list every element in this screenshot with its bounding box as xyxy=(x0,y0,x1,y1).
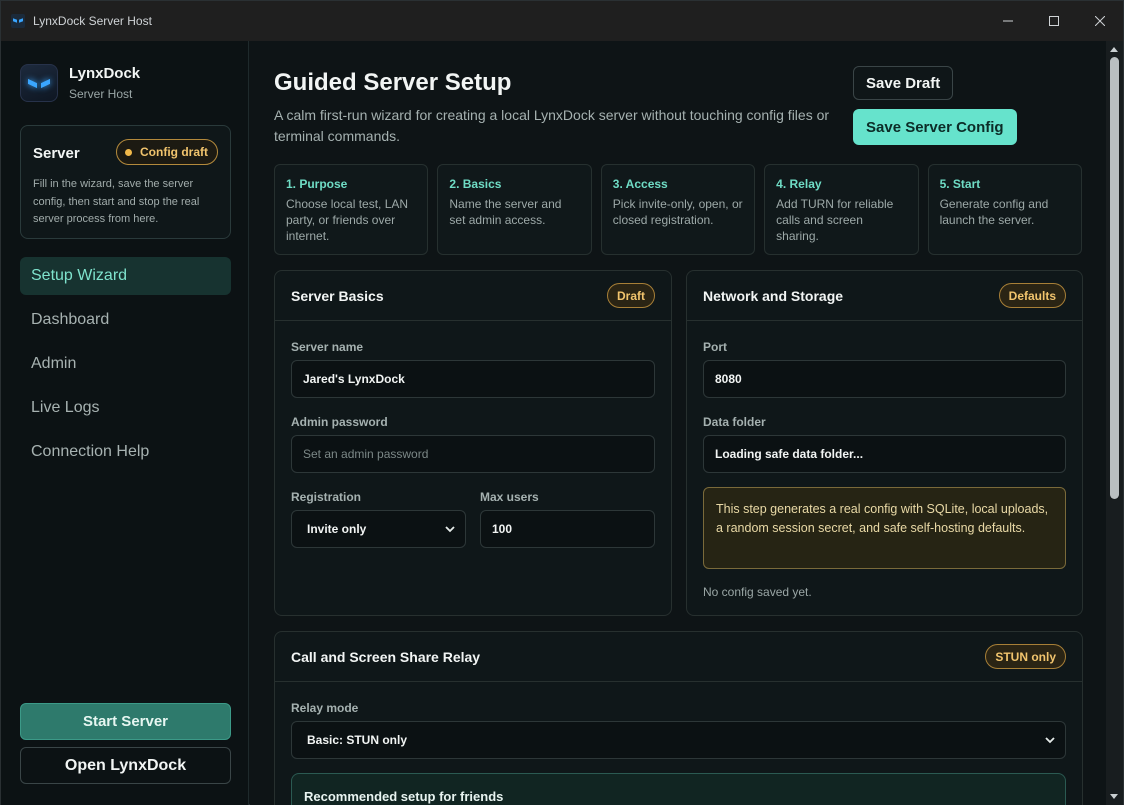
relay-mode-label: Relay mode xyxy=(291,701,359,715)
admin-password-input[interactable]: Set an admin password xyxy=(291,435,655,473)
defaults-badge: Defaults xyxy=(998,283,1066,308)
lynx-logo-icon xyxy=(20,64,58,102)
step-description: Generate config and launch the server. xyxy=(939,197,1049,227)
server-basics-card: Server Basics Draft Server name Jared's … xyxy=(274,270,672,616)
step-title: 1. Purpose xyxy=(286,177,348,191)
draft-badge: Draft xyxy=(606,283,655,308)
maximize-icon xyxy=(1049,16,1059,26)
config-info-note: This step generates a real config with S… xyxy=(703,487,1066,569)
card-header: Server Basics Draft xyxy=(275,271,671,321)
step-access[interactable]: 3. Access Pick invite-only, open, or clo… xyxy=(600,164,756,255)
server-name-label: Server name xyxy=(291,340,364,354)
sidebar-item-setup-wizard[interactable]: Setup Wizard xyxy=(20,257,231,295)
card-title: Call and Screen Share Relay xyxy=(291,648,481,665)
step-title: 3. Access xyxy=(612,177,668,191)
step-title: 2. Basics xyxy=(449,177,502,191)
app-window: LynxDock Server Host LynxDock Server Hos… xyxy=(0,0,1124,805)
config-draft-badge: Config draft xyxy=(116,139,218,165)
registration-label: Registration xyxy=(291,490,362,504)
registration-value: Invite only xyxy=(307,522,367,536)
config-draft-label: Config draft xyxy=(140,145,208,159)
chevron-down-icon xyxy=(445,526,455,533)
page-title: Guided Server Setup xyxy=(274,69,512,96)
minimize-button[interactable] xyxy=(985,1,1031,41)
registration-select[interactable]: Invite only xyxy=(291,510,466,548)
step-purpose[interactable]: 1. Purpose Choose local test, LAN party,… xyxy=(274,164,429,255)
sidebar-item-dashboard[interactable]: Dashboard xyxy=(20,301,231,339)
sidebar: LynxDock Server Host Server Config draft… xyxy=(1,41,249,805)
start-server-button[interactable]: Start Server xyxy=(20,703,231,740)
step-title: 5. Start xyxy=(939,177,981,191)
scroll-down-arrow-icon[interactable] xyxy=(1110,794,1118,799)
config-status-text: No config saved yet. xyxy=(703,585,812,599)
step-relay[interactable]: 4. Relay Add TURN for reliable calls and… xyxy=(764,164,919,255)
recommended-setup-box: Recommended setup for friends xyxy=(291,773,1066,805)
vertical-scrollbar[interactable] xyxy=(1106,41,1123,805)
brand: LynxDock Server Host xyxy=(20,64,140,102)
sidebar-item-connection-help[interactable]: Connection Help xyxy=(20,433,231,471)
server-card-description: Fill in the wizard, save the server conf… xyxy=(33,178,200,225)
relay-card: Call and Screen Share Relay STUN only Re… xyxy=(274,631,1083,805)
step-description: Name the server and set admin access. xyxy=(449,197,562,227)
server-status-card: Server Config draft Fill in the wizard, … xyxy=(20,125,231,239)
recommended-setup-title: Recommended setup for friends xyxy=(304,789,504,804)
step-description: Pick invite-only, open, or closed regist… xyxy=(612,197,743,227)
scroll-up-arrow-icon[interactable] xyxy=(1110,47,1118,52)
window-controls xyxy=(985,1,1123,41)
card-header: Network and Storage Defaults xyxy=(687,271,1082,321)
save-server-config-button[interactable]: Save Server Config xyxy=(853,109,1017,145)
brand-name: LynxDock xyxy=(69,65,141,82)
close-button[interactable] xyxy=(1077,1,1123,41)
relay-mode-value: Basic: STUN only xyxy=(307,733,408,747)
app-icon xyxy=(11,14,25,28)
port-label: Port xyxy=(703,340,727,354)
status-dot-icon xyxy=(125,148,132,156)
sidebar-nav: Setup Wizard Dashboard Admin Live Logs C… xyxy=(20,257,231,477)
minimize-icon xyxy=(1003,20,1013,22)
main-content: Guided Server Setup A calm first-run wiz… xyxy=(250,41,1106,805)
step-start[interactable]: 5. Start Generate config and launch the … xyxy=(927,164,1082,255)
step-basics[interactable]: 2. Basics Name the server and set admin … xyxy=(437,164,592,255)
page-subtitle: A calm first-run wizard for creating a l… xyxy=(274,107,830,144)
card-title: Network and Storage xyxy=(703,287,844,304)
network-storage-card: Network and Storage Defaults Port 8080 D… xyxy=(686,270,1083,616)
server-card-title: Server xyxy=(33,145,80,162)
window-title: LynxDock Server Host xyxy=(33,14,152,28)
step-description: Add TURN for reliable calls and screen s… xyxy=(776,197,894,243)
scrollbar-thumb[interactable] xyxy=(1110,57,1119,499)
save-draft-button[interactable]: Save Draft xyxy=(853,66,954,100)
open-lynxdock-button[interactable]: Open LynxDock xyxy=(20,747,231,784)
port-input[interactable]: 8080 xyxy=(703,360,1066,398)
stun-only-badge: STUN only xyxy=(985,644,1066,669)
max-users-input[interactable]: 100 xyxy=(480,510,655,548)
server-name-input[interactable]: Jared's LynxDock xyxy=(291,360,655,398)
sidebar-item-live-logs[interactable]: Live Logs xyxy=(20,389,231,427)
maximize-button[interactable] xyxy=(1031,1,1077,41)
step-title: 4. Relay xyxy=(776,177,822,191)
admin-password-label: Admin password xyxy=(291,415,388,429)
card-title: Server Basics xyxy=(291,287,384,304)
wizard-steps: 1. Purpose Choose local test, LAN party,… xyxy=(274,164,1082,255)
data-folder-label: Data folder xyxy=(703,415,766,429)
data-folder-input[interactable]: Loading safe data folder... xyxy=(703,435,1066,473)
close-icon xyxy=(1095,16,1105,26)
max-users-label: Max users xyxy=(480,490,539,504)
chevron-down-icon xyxy=(1045,737,1055,744)
relay-mode-select[interactable]: Basic: STUN only xyxy=(291,721,1066,759)
brand-subtitle: Server Host xyxy=(69,87,133,101)
card-header: Call and Screen Share Relay STUN only xyxy=(275,632,1082,682)
title-bar: LynxDock Server Host xyxy=(1,1,1123,41)
sidebar-item-admin[interactable]: Admin xyxy=(20,345,231,383)
step-description: Choose local test, LAN party, or friends… xyxy=(286,197,409,243)
